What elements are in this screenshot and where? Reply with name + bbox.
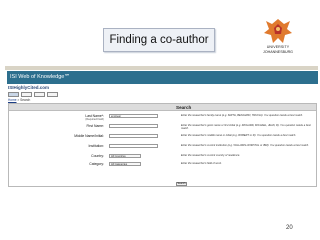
slide-title-box: Finding a co-author [103,28,215,52]
breadcrumb-home[interactable]: Home [8,98,17,102]
institution-help: Enter the researcher's current instituti… [181,144,309,147]
middle-name-input[interactable] [109,134,158,138]
wos-header: ISI Web of Knowledge℠ [7,71,318,84]
tab-1[interactable] [8,92,19,97]
country-select[interactable]: All Countries [109,154,141,158]
breadcrumb: Home > Search [8,98,30,102]
middle-name-help: Enter the researcher's middle name or in… [181,134,297,137]
university-crest-icon [264,19,292,43]
separator-bar [5,66,318,70]
last-name-help: Enter the researcher's family name (e.g.… [181,114,303,117]
search-panel-title: Search [176,104,192,110]
slide-title: Finding a co-author [109,34,209,46]
breadcrumb-current: Search [20,98,31,102]
institution-input[interactable] [109,144,158,148]
highly-cited-brand[interactable]: ISIHighlyCited.com [8,85,49,90]
logo-line2: JOHANNESBURG [263,50,293,54]
tab-4[interactable] [47,92,58,97]
last-name-required-note: (Required Field) [85,118,104,121]
university-logo: UNIVERSITY JOHANNESBURG [257,18,299,58]
tab-2[interactable] [21,92,32,97]
last-name-input[interactable]: engineer [109,114,158,118]
country-help: Enter the researcher's current country o… [181,154,241,157]
category-help: Enter the researcher's field of work. [181,162,222,165]
first-name-help: Enter the researcher's given name or fir… [181,124,311,131]
category-label: Category: [89,162,104,166]
search-panel-header: Search [9,104,316,111]
search-panel: Search Last Name*: (Required Field) engi… [8,103,317,187]
first-name-label: First Name: [86,124,104,128]
page-number: 20 [286,225,293,231]
tab-3[interactable] [34,92,45,97]
country-label: Country: [91,154,104,158]
category-select[interactable]: All Categories [109,162,141,166]
toolbar-tabs [8,92,58,97]
logo-line1: UNIVERSITY [266,45,290,49]
first-name-input[interactable] [109,124,158,128]
institution-label: Institution: [88,144,104,148]
search-button[interactable]: Search [176,182,187,186]
middle-name-label: Middle Name/Initial: [74,134,104,138]
